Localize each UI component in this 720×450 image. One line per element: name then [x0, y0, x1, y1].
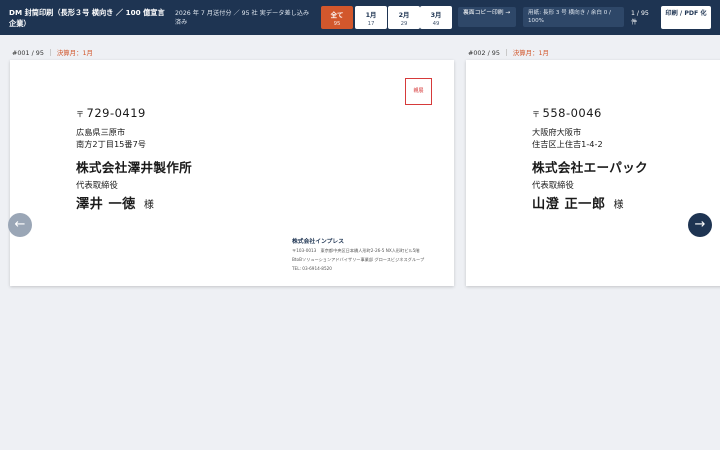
- recipient-name-value: 澤井 一徳: [76, 197, 136, 212]
- postal-code: 〒 558-0046: [532, 106, 602, 120]
- divider: [49, 49, 51, 56]
- reverse-copy-print-button[interactable]: 裏面コピー印刷 →: [458, 7, 516, 27]
- recipient-name: 山澄 正一郎様: [532, 193, 624, 212]
- card-index: #001 / 95: [12, 49, 44, 57]
- tab-march[interactable]: 3月 49: [420, 6, 452, 29]
- print-pdf-button[interactable]: 印刷 / PDF 化: [661, 6, 711, 29]
- sender-name: 株式会社インプレス: [292, 239, 344, 245]
- recipient-company: 株式会社澤井製作所: [76, 160, 193, 175]
- tab-january[interactable]: 1月 17: [355, 6, 387, 29]
- sender-phone: TEL: 03-6914-8520: [292, 266, 332, 271]
- address-line-1: 広島県三原市: [76, 127, 126, 137]
- postal-mark-icon: 〒: [532, 110, 541, 119]
- tab-january-count: 17: [367, 21, 375, 27]
- recipient-name: 澤井 一徳様: [76, 193, 154, 212]
- address-line-2: 南方2丁目15番7号: [76, 139, 146, 149]
- recipient-role: 代表取締役: [76, 180, 118, 190]
- postal-code: 〒 729-0419: [76, 106, 146, 120]
- envelope-preview-1: 〒 729-0419 広島県三原市 南方2丁目15番7号 株式会社澤井製作所 代表…: [10, 60, 454, 286]
- tab-all-label: 全て: [330, 11, 344, 19]
- address-line-1: 大阪府大阪市: [532, 127, 582, 137]
- postal-code-value: 558-0046: [542, 106, 602, 120]
- tab-february-label: 2月: [398, 11, 410, 19]
- card-meta-1: #001 / 95 決算月：1月: [12, 48, 93, 57]
- envelope-preview-2: 〒 558-0046 大阪府大阪市 住吉区上住吉1-4-2 株式会社エーパック 代…: [466, 60, 720, 286]
- page-title: DM 封筒印刷（長形３号 横向き ／ 100 億宣言企業）: [9, 8, 165, 28]
- top-toolbar: DM 封筒印刷（長形３号 横向き ／ 100 億宣言企業） 2026 年 7 月…: [0, 0, 720, 35]
- recipient-company: 株式会社エーパック: [532, 160, 648, 175]
- recipient-name-value: 山澄 正一郎: [532, 197, 606, 212]
- card-meta-2: #002 / 95 決算月：1月: [468, 48, 549, 57]
- paper-settings-info: 用紙: 長形 3 号 横向き / 余白 0 / 100%: [523, 7, 624, 27]
- honorific: 様: [613, 200, 625, 211]
- fiscal-month: 決算月：1月: [512, 49, 549, 57]
- next-arrow-icon[interactable]: →: [688, 213, 712, 237]
- honorific: 様: [143, 200, 155, 211]
- tab-all-count: 95: [333, 21, 341, 27]
- sender-department: BtoBソリューションアドバイザリー事業部 グロースビジネスグループ: [292, 257, 425, 262]
- page-counter: 1 / 95 件: [631, 10, 649, 26]
- sender-address: 〒103-0013 東京都中央区日本橋人形町2-26-5 NX人形町ビル5階: [292, 248, 420, 253]
- divider: [505, 49, 507, 56]
- batch-summary: 2026 年 7 月送付分 ／ 95 社 実データ差し込み済み: [175, 10, 310, 26]
- sender-block: 株式会社インプレス 〒103-0013 東京都中央区日本橋人形町2-26-5 N…: [292, 236, 452, 271]
- prev-arrow-icon[interactable]: ←: [8, 213, 32, 237]
- tab-january-label: 1月: [365, 11, 377, 19]
- address-line-2: 住吉区上住吉1-4-2: [532, 139, 603, 149]
- postal-mark-icon: 〒: [76, 110, 85, 119]
- recipient-role: 代表取締役: [532, 180, 574, 190]
- tab-february[interactable]: 2月 29: [388, 6, 420, 29]
- tab-february-count: 29: [400, 21, 408, 27]
- card-index: #002 / 95: [468, 49, 500, 57]
- fiscal-month: 決算月：1月: [56, 49, 93, 57]
- tab-march-count: 49: [432, 21, 440, 27]
- confidential-stamp: 親展: [405, 78, 432, 105]
- tab-all[interactable]: 全て 95: [321, 6, 353, 29]
- postal-code-value: 729-0419: [86, 106, 146, 120]
- tab-march-label: 3月: [430, 11, 442, 19]
